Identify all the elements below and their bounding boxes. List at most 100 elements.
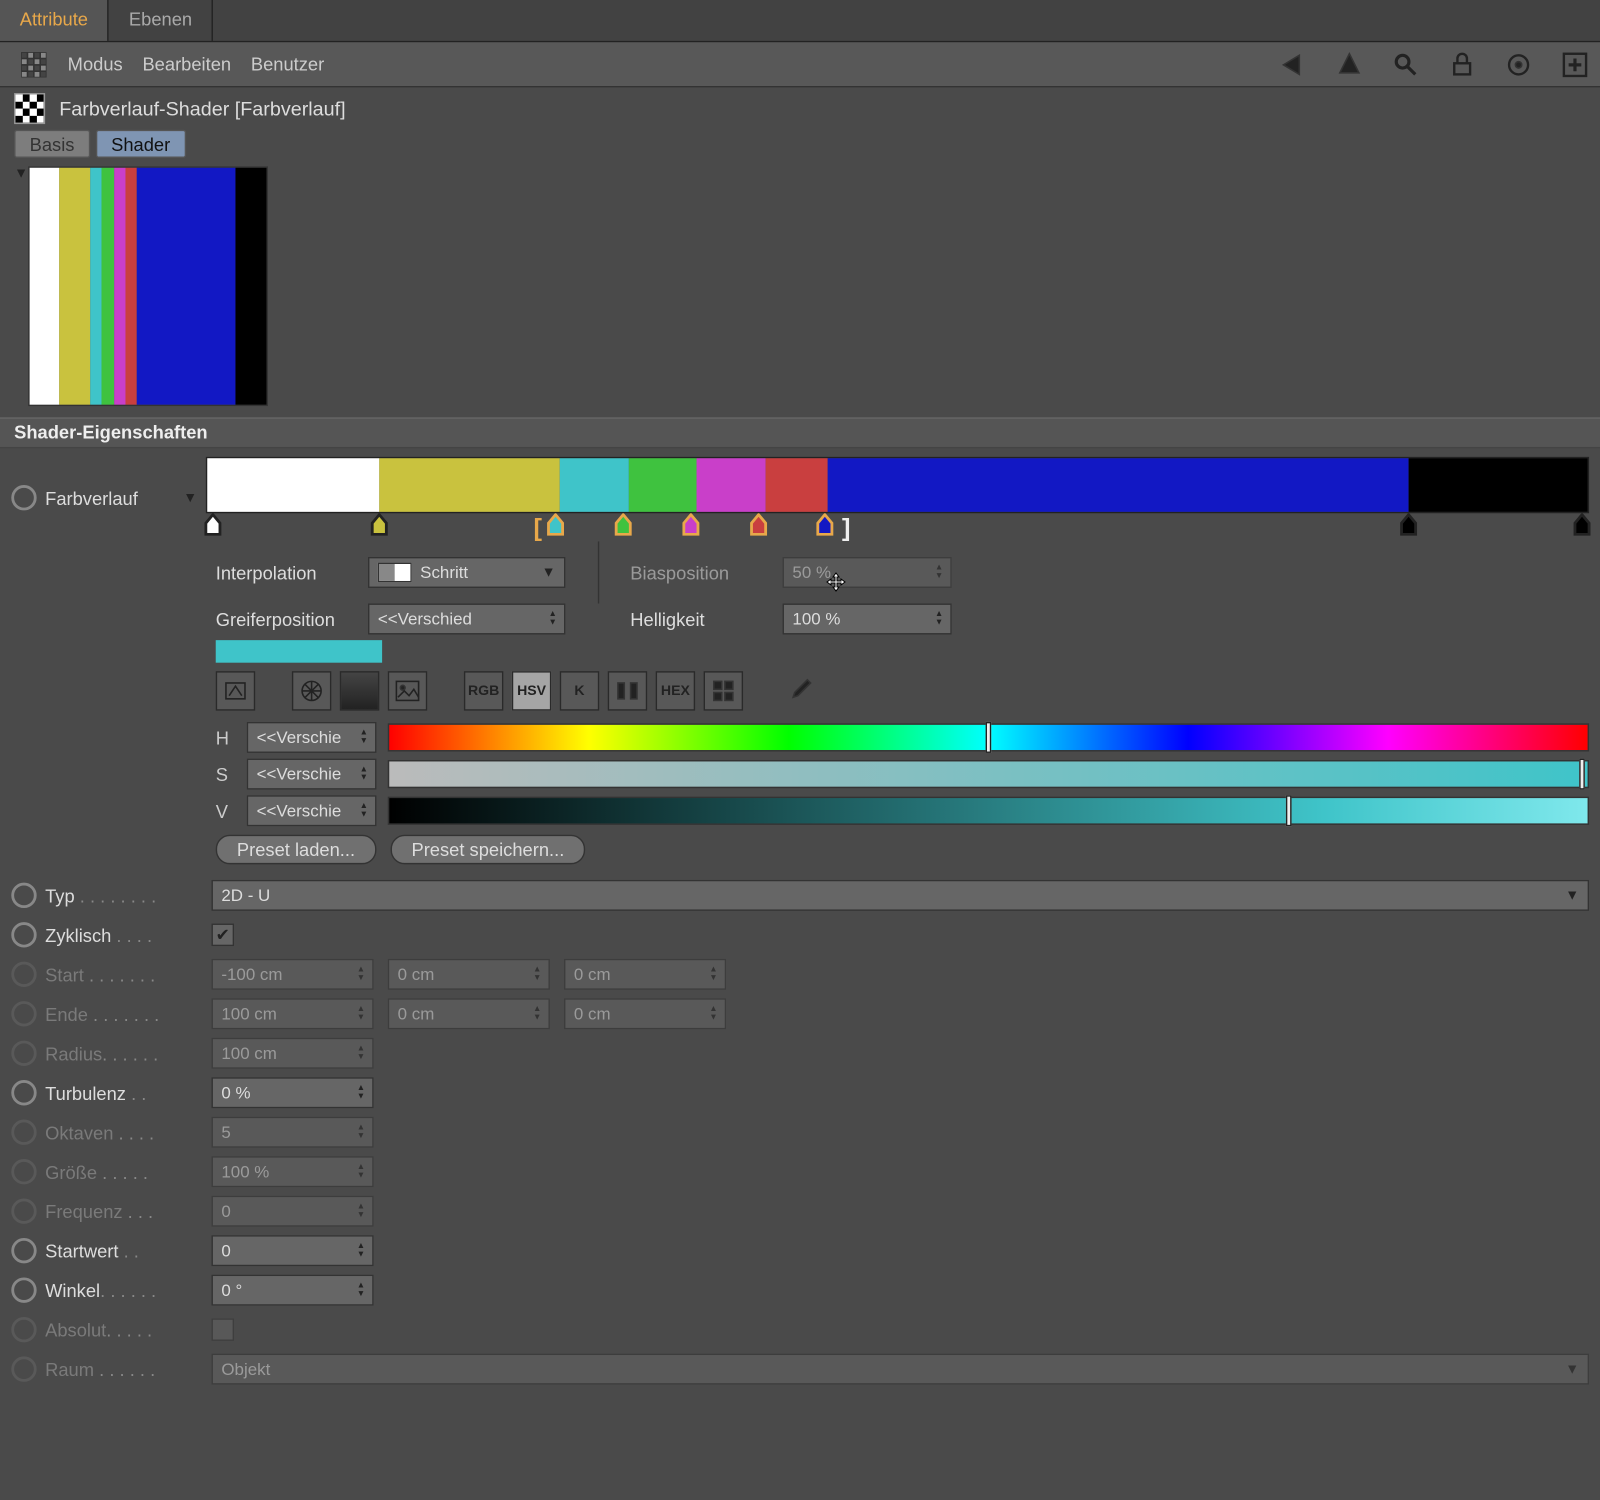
gradient-knot[interactable] <box>369 513 389 536</box>
section-shader-properties: Shader-Eigenschaften <box>0 417 1600 448</box>
slider-h[interactable] <box>388 723 1589 751</box>
field-startwert[interactable]: 0▲▼ <box>212 1235 374 1266</box>
label-frequenz: Frequenz . . . <box>45 1201 211 1222</box>
spectrum-icon[interactable] <box>340 671 379 710</box>
label-ende: Ende . . . . . . . <box>45 1003 211 1024</box>
field-s[interactable]: <<Verschie▲▼ <box>247 759 377 790</box>
slider-v[interactable] <box>388 797 1589 825</box>
label-oktaven: Oktaven . . . . <box>45 1122 211 1143</box>
anim-dot-farbverlauf[interactable] <box>11 485 36 510</box>
target-icon[interactable] <box>1504 50 1532 78</box>
element-title-row: Farbverlauf-Shader [Farbverlauf] <box>0 87 1600 129</box>
label-interpolation: Interpolation <box>216 562 357 583</box>
field-winkel[interactable]: 0 °▲▼ <box>212 1275 374 1306</box>
field-biasposition: 50 %▲▼ <box>783 557 952 588</box>
label-farbverlauf: Farbverlauf <box>45 487 180 508</box>
field-helligkeit[interactable]: 100 %▲▼ <box>783 603 952 634</box>
gradient-knot[interactable] <box>1399 513 1419 536</box>
lock-icon[interactable] <box>1448 50 1476 78</box>
eyedropper-icon[interactable] <box>780 671 819 710</box>
anim-dot-typ[interactable] <box>11 883 36 908</box>
label-radius: Radius. . . . . . <box>45 1043 211 1064</box>
color-mode-toolbar: RGB HSV K HEX <box>216 671 1589 710</box>
field-oktaven: 5▲▼ <box>212 1117 374 1148</box>
label-h: H <box>216 727 236 748</box>
gradient-bar[interactable] <box>206 457 1589 513</box>
anim-dot-startwert[interactable] <box>11 1238 36 1263</box>
tab-attribute[interactable]: Attribute <box>0 0 109 41</box>
label-groesse: Größe . . . . . <box>45 1161 211 1182</box>
field-frequenz: 0▲▼ <box>212 1196 374 1227</box>
field-ende-z: 0 cm▲▼ <box>564 998 726 1029</box>
field-ende-y: 0 cm▲▼ <box>388 998 550 1029</box>
label-turbulenz: Turbulenz . . <box>45 1082 211 1103</box>
label-start: Start . . . . . . . <box>45 964 211 985</box>
btn-preset-load[interactable]: Preset laden... <box>216 835 376 865</box>
toolbar-modus[interactable]: Modus <box>68 54 123 75</box>
label-biasposition: Biasposition <box>630 562 771 583</box>
label-greiferposition: Greiferposition <box>216 608 357 629</box>
anim-dot-radius <box>11 1041 36 1066</box>
tab-ebenen[interactable]: Ebenen <box>109 0 213 41</box>
selection-bracket-right[interactable]: ] <box>842 513 850 543</box>
label-zyklisch: Zyklisch . . . . <box>45 924 211 945</box>
gradient-knot[interactable] <box>816 513 836 536</box>
color-wheel-icon[interactable] <box>292 671 331 710</box>
label-helligkeit: Helligkeit <box>630 608 771 629</box>
mode-rgb[interactable]: RGB <box>464 671 503 710</box>
attribute-toolbar: Modus Bearbeiten Benutzer <box>0 42 1600 87</box>
field-h[interactable]: <<Verschie▲▼ <box>247 722 377 753</box>
btn-preset-save[interactable]: Preset speichern... <box>390 835 585 865</box>
preview-collapse-toggle[interactable]: ▼ <box>14 166 28 406</box>
anim-dot-zyklisch[interactable] <box>11 922 36 947</box>
brightness-slider-icon[interactable] <box>216 671 255 710</box>
dropdown-interpolation[interactable]: Schritt▼ <box>368 557 565 588</box>
gradient-knot[interactable] <box>614 513 634 536</box>
slider-s[interactable] <box>388 760 1589 788</box>
mixer-icon[interactable] <box>608 671 647 710</box>
gradient-dropdown-icon[interactable]: ▼ <box>183 490 197 506</box>
field-turbulenz[interactable]: 0 %▲▼ <box>212 1077 374 1108</box>
toolbar-benutzer[interactable]: Benutzer <box>251 54 324 75</box>
field-greiferposition[interactable]: <<Verschied▲▼ <box>368 603 565 634</box>
gradient-knot[interactable] <box>681 513 701 536</box>
shader-sub-tabs: Basis Shader <box>0 130 1600 164</box>
anim-dot-ende <box>11 1001 36 1026</box>
mode-hsv[interactable]: HSV <box>512 671 551 710</box>
mode-k[interactable]: K <box>560 671 599 710</box>
anim-dot-winkel[interactable] <box>11 1277 36 1302</box>
toolbar-bearbeiten[interactable]: Bearbeiten <box>142 54 231 75</box>
anim-dot-groesse <box>11 1159 36 1184</box>
gradient-knot[interactable] <box>1572 513 1592 536</box>
label-typ: Typ . . . . . . . . <box>45 885 211 906</box>
mode-hex[interactable]: HEX <box>656 671 695 710</box>
shader-type-icon <box>14 93 45 124</box>
gradient-knot[interactable] <box>749 513 769 536</box>
gradient-knot-row[interactable]: [] <box>206 513 1589 538</box>
shader-preview[interactable] <box>28 166 268 406</box>
field-ende-x: 100 cm▲▼ <box>212 998 374 1029</box>
dropdown-typ[interactable]: 2D - U▼ <box>212 880 1590 911</box>
new-panel-icon[interactable] <box>1561 50 1589 78</box>
selection-bracket-left[interactable]: [ <box>533 513 541 543</box>
anim-dot-oktaven <box>11 1120 36 1145</box>
gradient-knot[interactable] <box>546 513 566 536</box>
label-v: V <box>216 800 236 821</box>
subtab-basis[interactable]: Basis <box>14 130 90 158</box>
checkbox-zyklisch[interactable]: ✔ <box>212 924 235 947</box>
anim-dot-turbulenz[interactable] <box>11 1080 36 1105</box>
field-start-y: 0 cm▲▼ <box>388 959 550 990</box>
checkerboard-icon[interactable] <box>20 50 48 78</box>
nav-up-icon[interactable] <box>1335 50 1363 78</box>
label-winkel: Winkel. . . . . . <box>45 1280 211 1301</box>
gradient-knot[interactable] <box>203 513 223 536</box>
subtab-shader[interactable]: Shader <box>96 130 186 158</box>
element-title: Farbverlauf-Shader [Farbverlauf] <box>59 97 345 120</box>
search-icon[interactable] <box>1392 50 1420 78</box>
nav-back-icon[interactable] <box>1279 50 1307 78</box>
picture-icon[interactable] <box>388 671 427 710</box>
anim-dot-frequenz <box>11 1199 36 1224</box>
field-v[interactable]: <<Verschie▲▼ <box>247 795 377 826</box>
color-swatch[interactable] <box>216 640 382 663</box>
swatches-icon[interactable] <box>704 671 743 710</box>
